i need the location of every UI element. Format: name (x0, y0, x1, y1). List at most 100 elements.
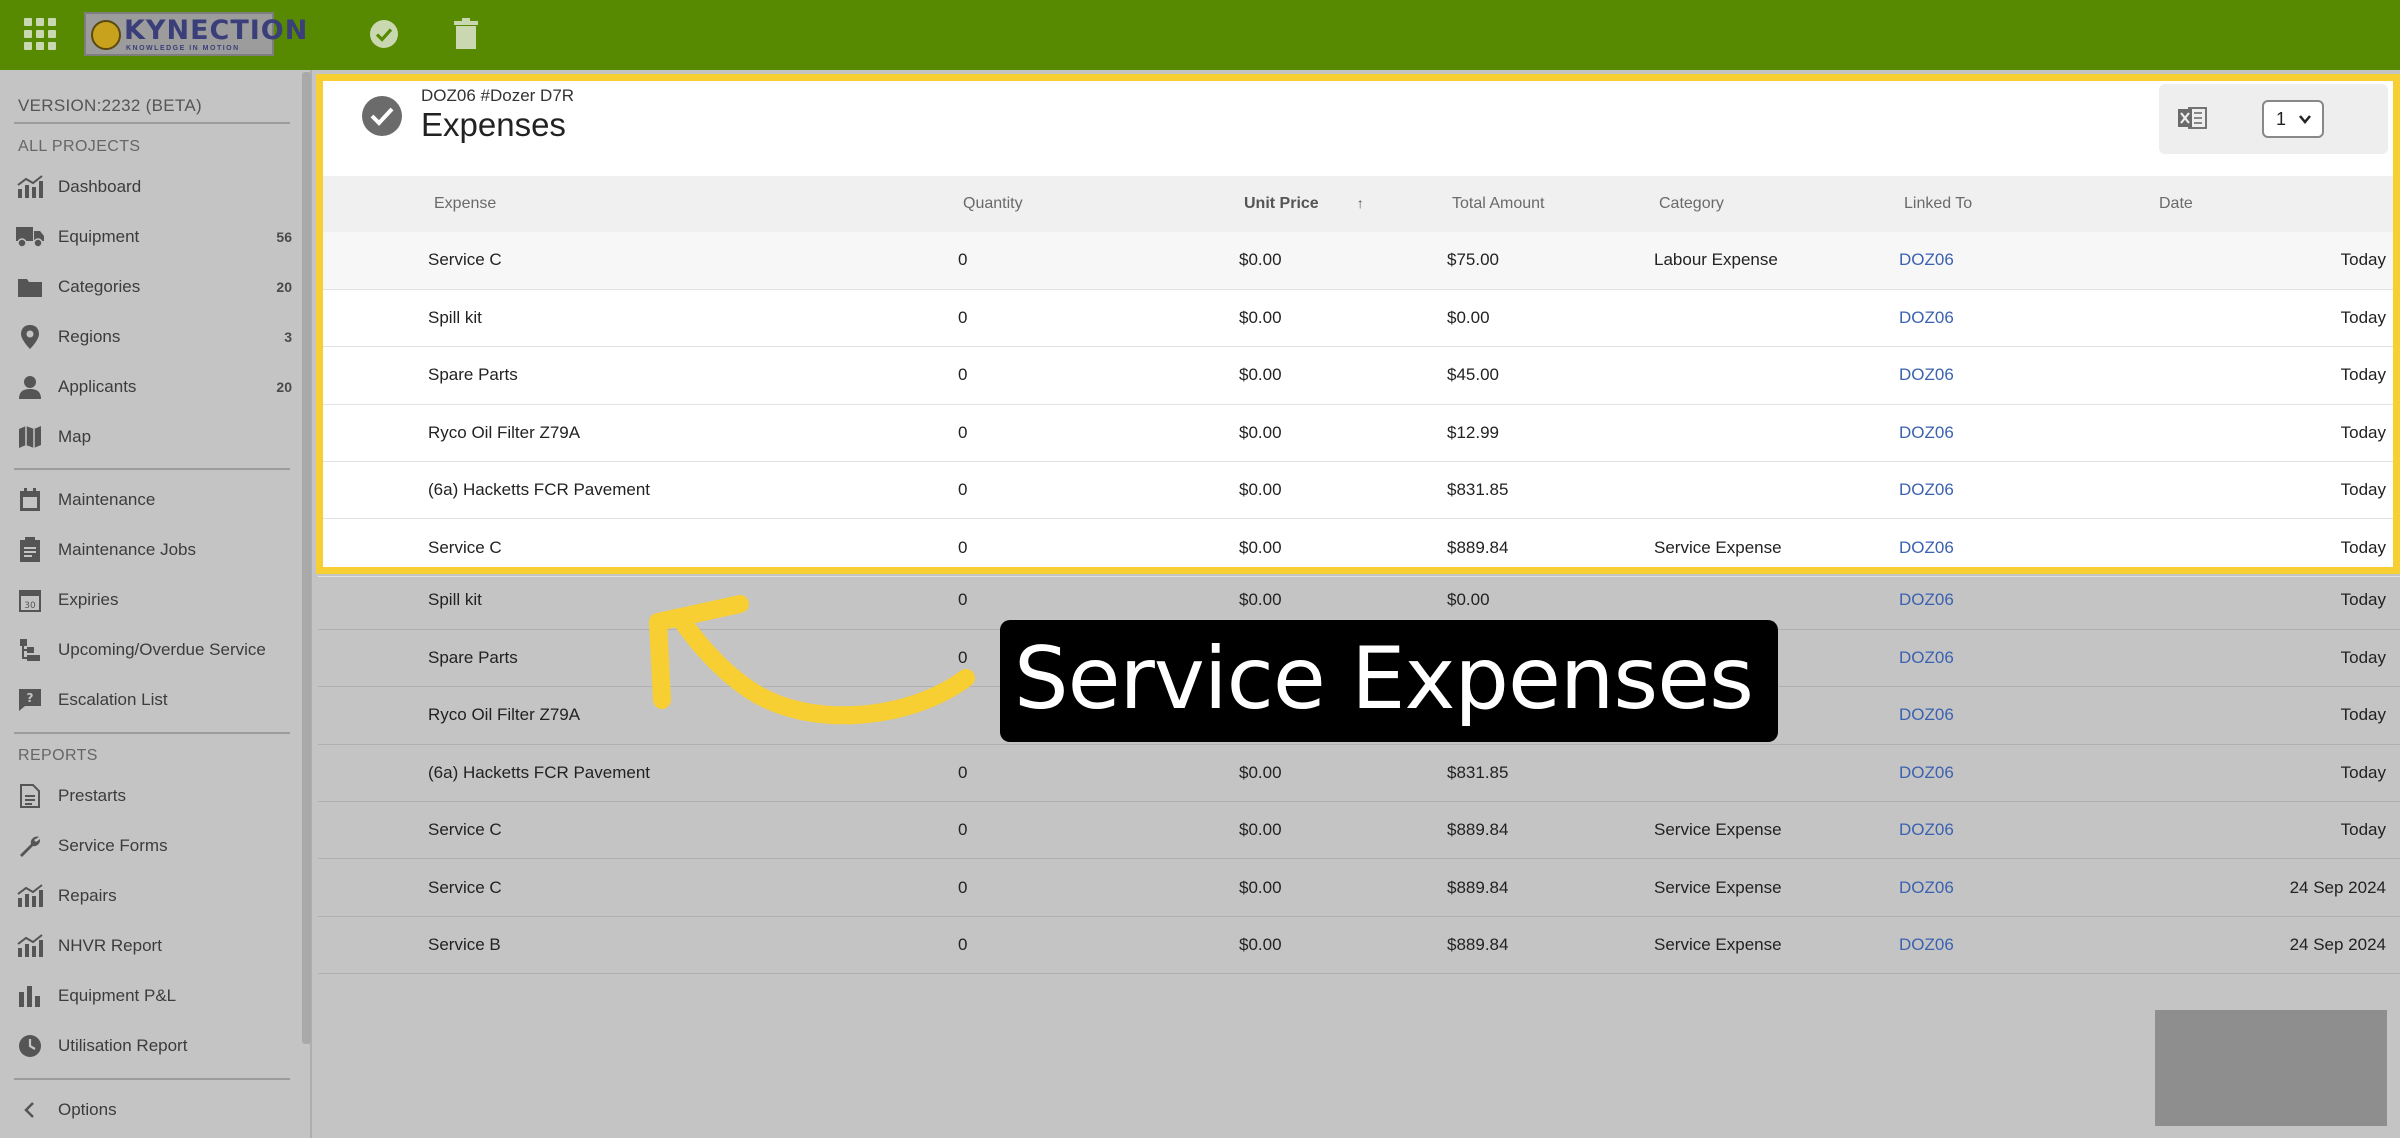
cell-quantity: 0 (958, 744, 1239, 803)
chevron-down-icon (2299, 115, 2311, 124)
cell-total-amount: $0.00 (1447, 289, 1654, 348)
sidebar-item-prestarts[interactable]: Prestarts (14, 776, 292, 816)
sidebar-item-escalation-list[interactable]: ? Escalation List (14, 680, 292, 720)
cell-linked-to-value[interactable]: DOZ06 (1899, 820, 1954, 839)
col-total-amount[interactable]: Total Amount (1447, 176, 1654, 232)
col-quantity[interactable]: Quantity (958, 176, 1239, 232)
kynection-logo[interactable]: KYNECTION KNOWLEDGE IN MOTION (84, 12, 307, 56)
table-row[interactable]: Service C 0 $0.00 $889.84 Service Expense DOZ… (318, 518, 2400, 577)
cell-quantity-value: 0 (958, 820, 968, 840)
apps-grid-icon[interactable] (24, 18, 56, 50)
sidebar-item-applicants[interactable]: Applicants 20 (14, 367, 292, 407)
cell-linked-to-value[interactable]: DOZ06 (1899, 878, 1954, 897)
delete-button[interactable] (448, 16, 484, 52)
cell-category (1654, 744, 1899, 803)
cell-linked-to[interactable]: DOZ06 (1899, 518, 2159, 577)
cell-expense: Service B (318, 916, 958, 975)
sidebar-item-equipment-pl[interactable]: Equipment P&L (14, 976, 292, 1016)
cell-total-amount-value: $889.84 (1447, 877, 1509, 897)
sidebar-scrollbar[interactable] (302, 72, 311, 1044)
cell-unit-price: $0.00 (1239, 744, 1447, 803)
cell-unit-price-value: $0.00 (1239, 365, 1282, 385)
cell-category (1654, 404, 1899, 463)
table-row[interactable]: (6a) Hacketts FCR Pavement 0 $0.00 $831.85 D… (318, 461, 2400, 520)
cell-linked-to[interactable]: DOZ06 (1899, 629, 2159, 688)
expenses-panel: DOZ06 #Dozer D7R Expenses 1 Expense Quan… (318, 76, 2400, 577)
cell-linked-to-value[interactable]: DOZ06 (1899, 763, 1954, 782)
sidebar-item-count: 56 (276, 229, 292, 245)
cell-unit-price-value: $0.00 (1239, 308, 1282, 328)
sidebar-item-expiries[interactable]: 30 Expiries (14, 580, 292, 620)
cell-total-amount: $889.84 (1447, 518, 1654, 577)
cell-total-amount-value: $889.84 (1447, 935, 1509, 955)
cell-linked-to[interactable]: DOZ06 (1899, 801, 2159, 860)
col-expense[interactable]: Expense (318, 176, 958, 232)
table-row[interactable]: Service C 0 $0.00 $75.00 Labour Expense DOZ06… (318, 232, 2400, 290)
sidebar-item-maintenance[interactable]: Maintenance (14, 480, 292, 520)
cell-linked-to[interactable]: DOZ06 (1899, 858, 2159, 917)
cell-linked-to[interactable]: DOZ06 (1899, 744, 2159, 803)
page-title: Expenses (421, 106, 566, 143)
cell-linked-to-value[interactable]: DOZ06 (1899, 480, 1954, 499)
sidebar-item-categories[interactable]: Categories 20 (14, 267, 292, 307)
sidebar-item-repairs[interactable]: Repairs (14, 876, 292, 916)
table-row[interactable]: Service C 0 $0.00 $889.84 Service Expense DOZ… (318, 801, 2400, 860)
sidebar-item-upcoming-overdue-service[interactable]: Upcoming/Overdue Service (14, 630, 292, 670)
table-row[interactable]: Service B 0 $0.00 $889.84 Service Expense DOZ… (318, 916, 2400, 975)
excel-export-button[interactable] (2177, 106, 2207, 130)
cell-linked-to[interactable]: DOZ06 (1899, 404, 2159, 463)
table-row[interactable]: Spill kit 0 $0.00 $0.00 DOZ06 Today (318, 289, 2400, 348)
table-row[interactable]: (6a) Hacketts FCR Pavement 0 $0.00 $831.85 D… (318, 744, 2400, 803)
sidebar-item-regions[interactable]: Regions 3 (14, 317, 292, 357)
cell-linked-to[interactable]: DOZ06 (1899, 686, 2159, 745)
sidebar-item-label: Escalation List (58, 690, 168, 709)
divider (14, 732, 290, 734)
cell-linked-to-value[interactable]: DOZ06 (1899, 308, 1954, 327)
approve-check-button[interactable] (366, 16, 402, 52)
folder-icon (14, 272, 46, 302)
col-unit-price-label: Unit Price (1244, 195, 1319, 212)
cell-unit-price: $0.00 (1239, 289, 1447, 348)
cell-quantity-value: 0 (958, 480, 968, 500)
col-linked-to[interactable]: Linked To (1899, 176, 2159, 232)
cell-linked-to-value[interactable]: DOZ06 (1899, 423, 1954, 442)
cell-linked-to-value[interactable]: DOZ06 (1899, 590, 1954, 609)
sidebar-options[interactable]: Options (14, 1090, 292, 1130)
cell-linked-to-value[interactable]: DOZ06 (1899, 538, 1954, 557)
table-row[interactable]: Ryco Oil Filter Z79A 0 $0.00 $12.99 DOZ06 Tod… (318, 404, 2400, 463)
cell-total-amount: $831.85 (1447, 744, 1654, 803)
table-row[interactable]: Service C 0 $0.00 $889.84 Service Expense DOZ… (318, 858, 2400, 917)
cell-linked-to[interactable]: DOZ06 (1899, 232, 2159, 290)
col-unit-price[interactable]: Unit Price ↑ (1239, 176, 1447, 232)
divider (14, 468, 290, 470)
cell-linked-to[interactable]: DOZ06 (1899, 461, 2159, 520)
sidebar-item-nhvr-report[interactable]: NHVR Report (14, 926, 292, 966)
cell-linked-to-value[interactable]: DOZ06 (1899, 705, 1954, 724)
cell-quantity-value: 0 (958, 365, 968, 385)
cell-linked-to[interactable]: DOZ06 (1899, 916, 2159, 975)
tree-icon (14, 635, 46, 665)
page-select[interactable]: 1 (2262, 100, 2324, 138)
sidebar-item-map[interactable]: Map (14, 417, 292, 457)
table-row[interactable]: Spare Parts 0 $0.00 $45.00 DOZ06 Today (318, 346, 2400, 405)
version-label: VERSION:2232 (BETA) (18, 96, 202, 115)
sort-ascending-icon: ↑ (1356, 195, 1364, 211)
sidebar-item-utilisation-report[interactable]: Utilisation Report (14, 1026, 292, 1066)
sidebar-item-maintenance-jobs[interactable]: Maintenance Jobs (14, 530, 292, 570)
col-date[interactable]: Date (2159, 176, 2400, 232)
cell-quantity-value: 0 (958, 308, 968, 328)
sidebar-item-service-forms[interactable]: Service Forms (14, 826, 292, 866)
cell-linked-to[interactable]: DOZ06 (1899, 289, 2159, 348)
cell-date-value: 24 Sep 2024 (2289, 935, 2386, 955)
sidebar-item-equipment[interactable]: Equipment 56 (14, 217, 292, 257)
cell-linked-to-value[interactable]: DOZ06 (1899, 648, 1954, 667)
sidebar-item-dashboard[interactable]: Dashboard (14, 167, 292, 207)
col-category[interactable]: Category (1654, 176, 1899, 232)
calendar-icon (14, 485, 46, 515)
cell-linked-to[interactable]: DOZ06 (1899, 346, 2159, 405)
cell-linked-to-value[interactable]: DOZ06 (1899, 935, 1954, 954)
cell-linked-to[interactable]: DOZ06 (1899, 572, 2159, 630)
cell-linked-to-value[interactable]: DOZ06 (1899, 250, 1954, 269)
check-circle-icon[interactable] (362, 96, 402, 136)
cell-linked-to-value[interactable]: DOZ06 (1899, 365, 1954, 384)
